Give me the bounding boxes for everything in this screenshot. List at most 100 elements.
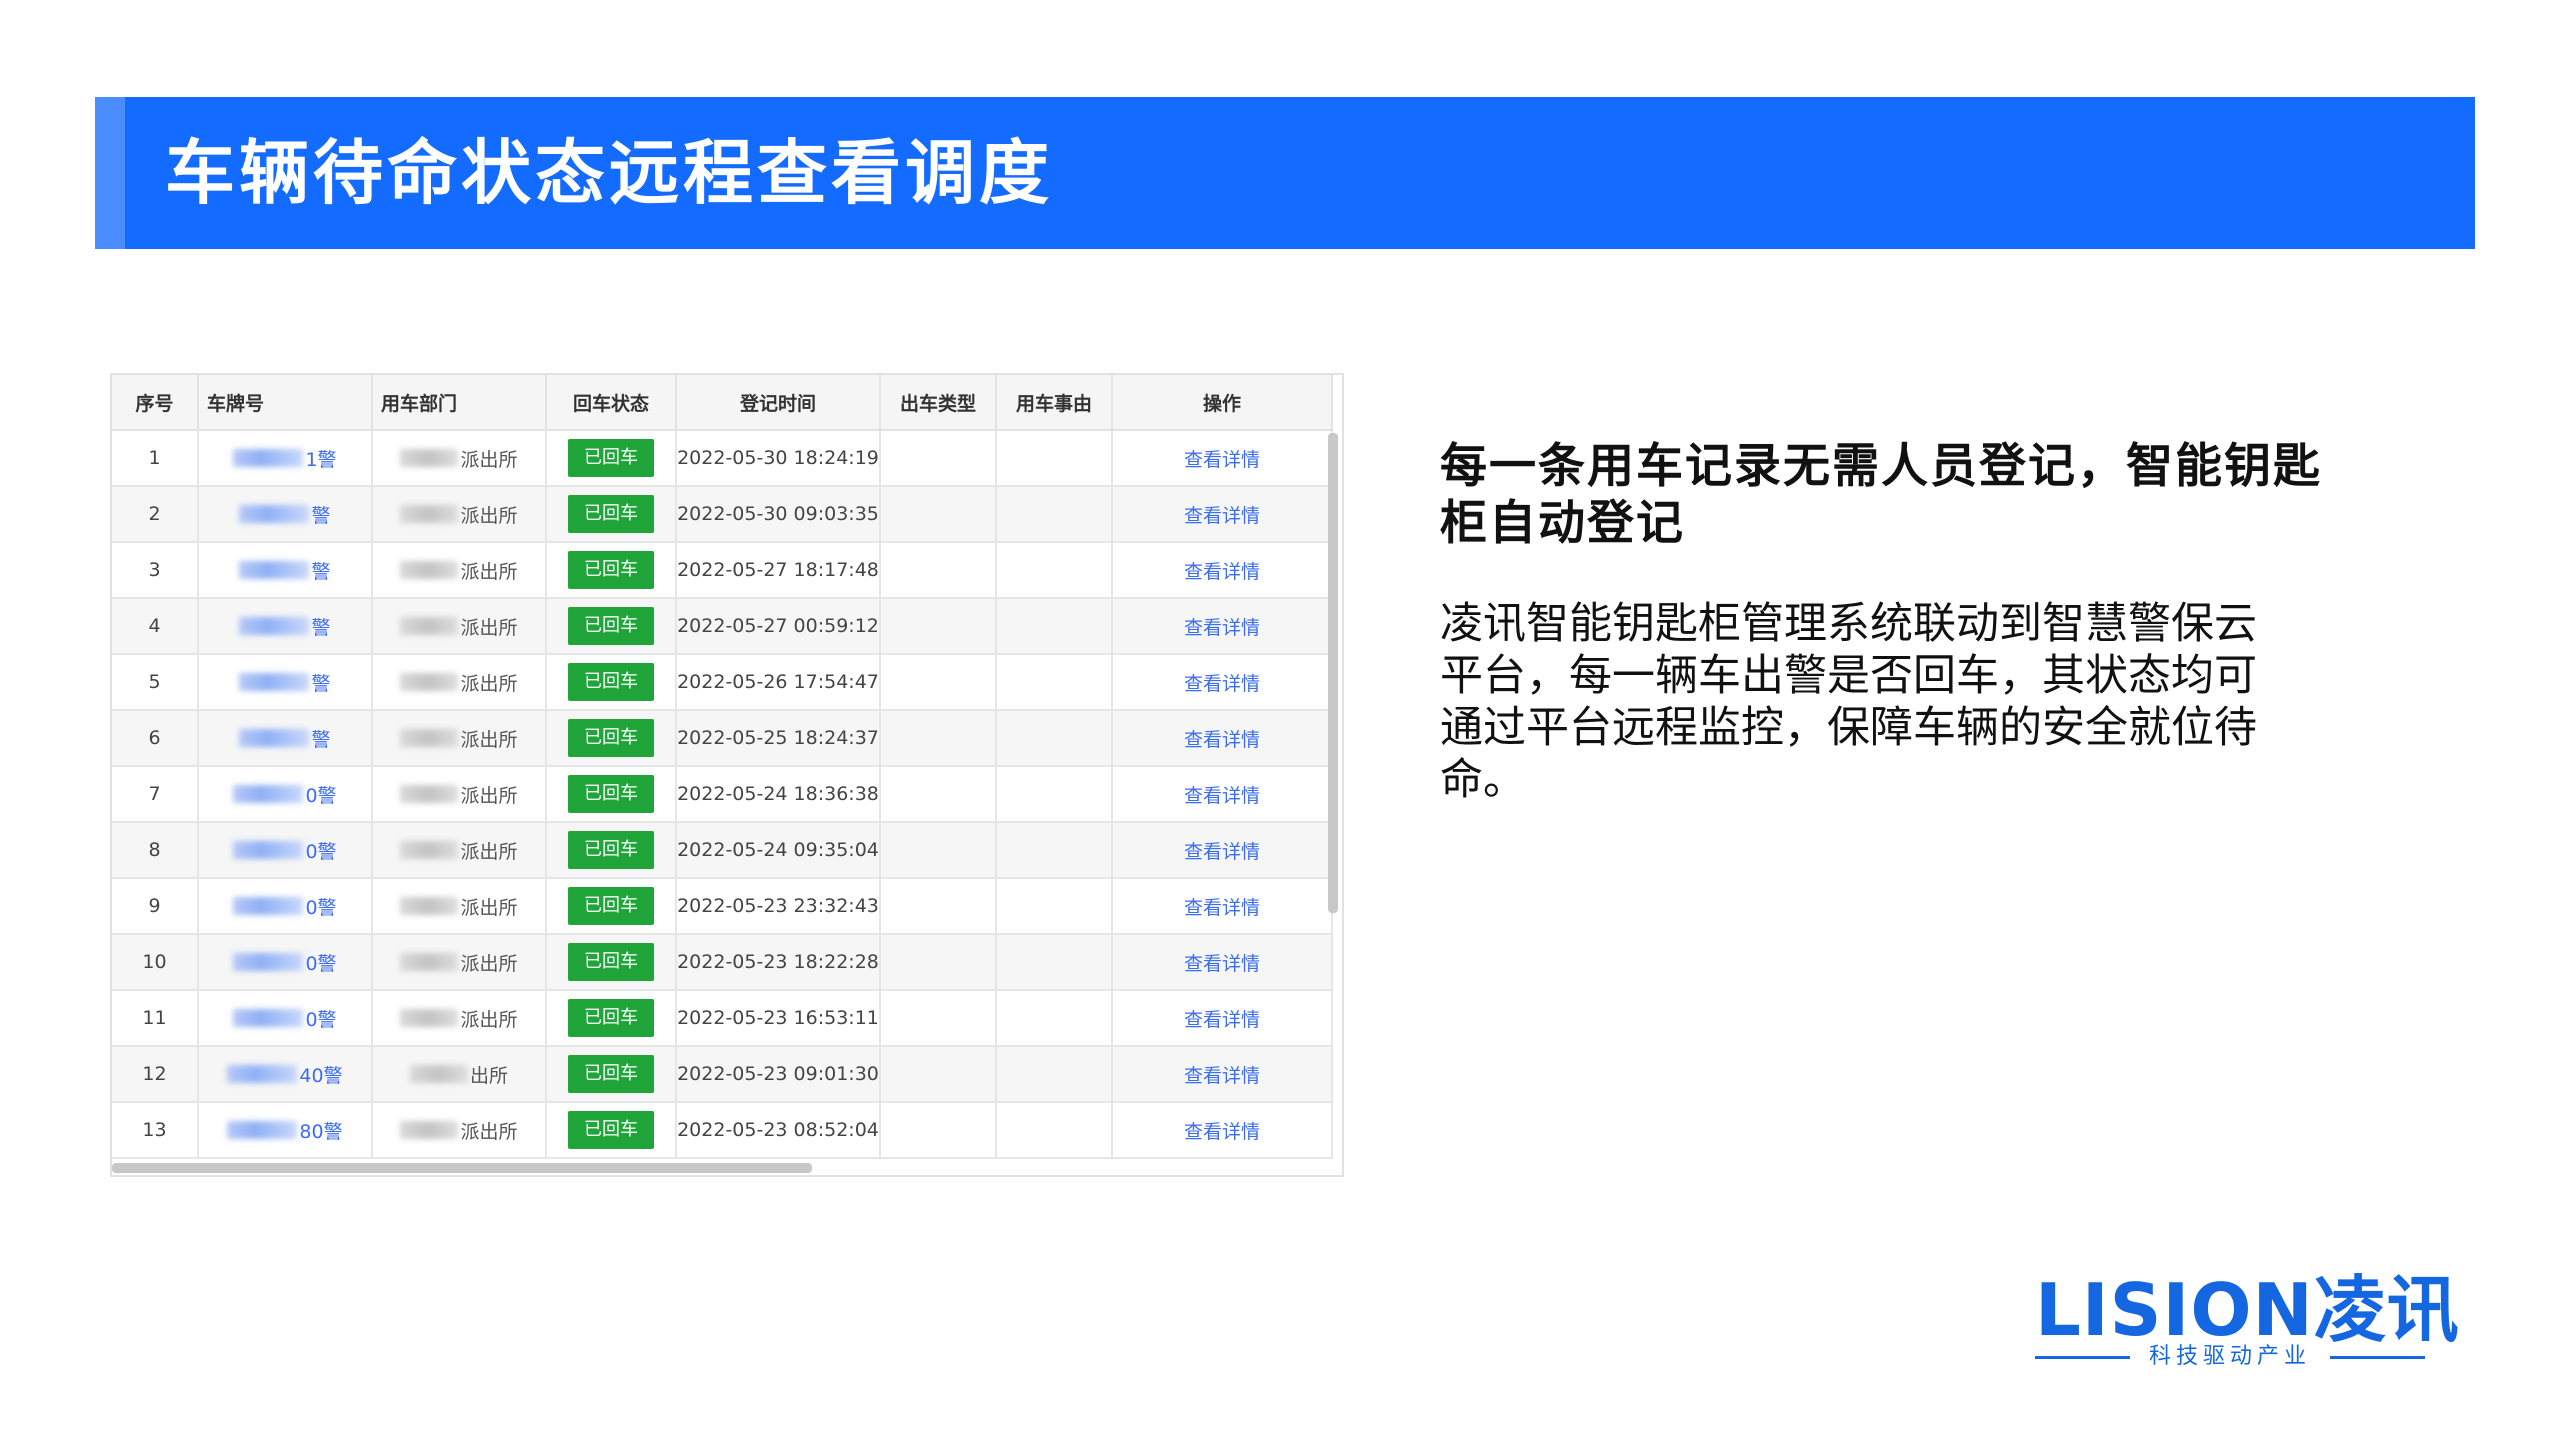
cell-plate: 0警 <box>198 934 373 991</box>
cell-status: 已回车 <box>546 1102 677 1159</box>
cell-no: 3 <box>112 542 199 599</box>
cell-status: 已回车 <box>546 822 677 879</box>
cell-reason <box>996 990 1113 1047</box>
view-details-link[interactable]: 查看详情 <box>1184 953 1260 975</box>
returned-status-badge[interactable]: 已回车 <box>568 1055 654 1093</box>
cell-plate: 警 <box>198 542 373 599</box>
cell-action: 查看详情 <box>1112 598 1333 655</box>
view-details-link[interactable]: 查看详情 <box>1184 505 1260 527</box>
cell-status: 已回车 <box>546 598 677 655</box>
cell-no: 7 <box>112 766 199 823</box>
returned-status-badge[interactable]: 已回车 <box>568 551 654 589</box>
view-details-link[interactable]: 查看详情 <box>1184 897 1260 919</box>
vertical-scrollbar[interactable] <box>1328 433 1338 913</box>
returned-status-badge[interactable]: 已回车 <box>568 775 654 813</box>
returned-status-badge[interactable]: 已回车 <box>568 663 654 701</box>
returned-status-badge[interactable]: 已回车 <box>568 607 654 645</box>
table-row: 6 警 派出所 已回车 2022-05-25 18:24:37 查看详情 <box>112 710 1333 767</box>
view-details-link[interactable]: 查看详情 <box>1184 729 1260 751</box>
column-header-plate[interactable]: 车牌号 <box>198 375 373 431</box>
cell-time: 2022-05-27 00:59:12 <box>676 598 881 655</box>
view-details-link[interactable]: 查看详情 <box>1184 1065 1260 1087</box>
horizontal-scrollbar[interactable] <box>112 1163 812 1173</box>
cell-action: 查看详情 <box>1112 430 1333 487</box>
returned-status-badge[interactable]: 已回车 <box>568 495 654 533</box>
cell-reason <box>996 710 1113 767</box>
cell-plate: 警 <box>198 710 373 767</box>
view-details-link[interactable]: 查看详情 <box>1184 617 1260 639</box>
cell-reason <box>996 486 1113 543</box>
redacted-plate <box>239 505 310 523</box>
cell-dept: 派出所 <box>372 486 547 543</box>
column-header-dept[interactable]: 用车部门 <box>372 375 547 431</box>
cell-type <box>880 1046 997 1103</box>
column-header-reason[interactable]: 用车事由 <box>996 375 1113 431</box>
cell-plate: 警 <box>198 486 373 543</box>
cell-plate: 0警 <box>198 878 373 935</box>
column-header-action[interactable]: 操作 <box>1112 375 1333 431</box>
redacted-dept <box>400 673 459 691</box>
logo-wordmark: LISION凌讯 <box>2035 1268 2460 1352</box>
redacted-dept <box>400 617 459 635</box>
column-header-status[interactable]: 回车状态 <box>546 375 677 431</box>
cell-no: 12 <box>112 1046 199 1103</box>
cell-type <box>880 542 997 599</box>
cell-type <box>880 654 997 711</box>
returned-status-badge[interactable]: 已回车 <box>568 999 654 1037</box>
redacted-plate <box>233 449 304 467</box>
redacted-plate <box>239 617 310 635</box>
cell-time: 2022-05-23 09:01:30 <box>676 1046 881 1103</box>
vehicle-records-table: 序号 车牌号 用车部门 回车状态 登记时间 出车类型 用车事由 操作 1 1警 派出… <box>112 375 1333 1159</box>
view-details-link[interactable]: 查看详情 <box>1184 1009 1260 1031</box>
view-details-link[interactable]: 查看详情 <box>1184 561 1260 583</box>
returned-status-badge[interactable]: 已回车 <box>568 887 654 925</box>
cell-no: 10 <box>112 934 199 991</box>
plate-visible-text: 40警 <box>299 1064 343 1087</box>
cell-dept: 派出所 <box>372 766 547 823</box>
cell-plate: 0警 <box>198 766 373 823</box>
view-details-link[interactable]: 查看详情 <box>1184 841 1260 863</box>
cell-reason <box>996 598 1113 655</box>
table-row: 8 0警 派出所 已回车 2022-05-24 09:35:04 查看详情 <box>112 822 1333 879</box>
redacted-plate <box>233 1009 304 1027</box>
returned-status-badge[interactable]: 已回车 <box>568 1111 654 1149</box>
table-row: 10 0警 派出所 已回车 2022-05-23 18:22:28 查看详情 <box>112 934 1333 991</box>
column-header-time[interactable]: 登记时间 <box>676 375 881 431</box>
cell-action: 查看详情 <box>1112 542 1333 599</box>
cell-dept: 派出所 <box>372 598 547 655</box>
dept-visible-text: 派出所 <box>460 616 518 639</box>
vehicle-records-table-screenshot: 序号 车牌号 用车部门 回车状态 登记时间 出车类型 用车事由 操作 1 1警 派出… <box>110 373 1344 1177</box>
cell-no: 4 <box>112 598 199 655</box>
returned-status-badge[interactable]: 已回车 <box>568 831 654 869</box>
returned-status-badge[interactable]: 已回车 <box>568 943 654 981</box>
table-row: 5 警 派出所 已回车 2022-05-26 17:54:47 查看详情 <box>112 654 1333 711</box>
cell-action: 查看详情 <box>1112 934 1333 991</box>
table-row: 4 警 派出所 已回车 2022-05-27 00:59:12 查看详情 <box>112 598 1333 655</box>
column-header-no[interactable]: 序号 <box>112 375 199 431</box>
dept-visible-text: 派出所 <box>460 560 518 583</box>
cell-no: 13 <box>112 1102 199 1159</box>
table-row: 11 0警 派出所 已回车 2022-05-23 16:53:11 查看详情 <box>112 990 1333 1047</box>
view-details-link[interactable]: 查看详情 <box>1184 673 1260 695</box>
section-body-text: 凌讯智能钥匙柜管理系统联动到智慧警保云平台，每一辆车出警是否回车，其状态均可通过… <box>1440 599 2257 805</box>
cell-plate: 0警 <box>198 990 373 1047</box>
cell-action: 查看详情 <box>1112 654 1333 711</box>
cell-status: 已回车 <box>546 486 677 543</box>
returned-status-badge[interactable]: 已回车 <box>568 719 654 757</box>
dept-visible-text: 派出所 <box>460 504 518 527</box>
dept-visible-text: 派出所 <box>460 448 518 471</box>
cell-status: 已回车 <box>546 710 677 767</box>
cell-type <box>880 822 997 879</box>
redacted-dept <box>400 785 459 803</box>
column-header-type[interactable]: 出车类型 <box>880 375 997 431</box>
cell-action: 查看详情 <box>1112 990 1333 1047</box>
redacted-dept <box>400 561 459 579</box>
cell-status: 已回车 <box>546 430 677 487</box>
view-details-link[interactable]: 查看详情 <box>1184 449 1260 471</box>
cell-dept: 派出所 <box>372 710 547 767</box>
view-details-link[interactable]: 查看详情 <box>1184 1121 1260 1143</box>
view-details-link[interactable]: 查看详情 <box>1184 785 1260 807</box>
cell-type <box>880 710 997 767</box>
returned-status-badge[interactable]: 已回车 <box>568 439 654 477</box>
cell-action: 查看详情 <box>1112 710 1333 767</box>
